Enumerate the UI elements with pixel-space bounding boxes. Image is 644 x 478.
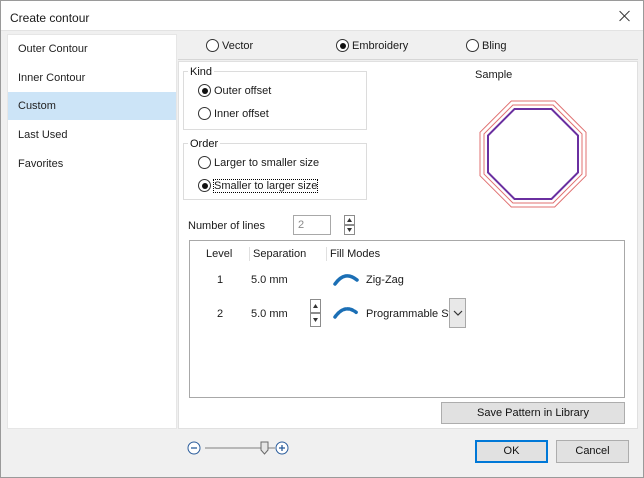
radio-dot: [198, 156, 211, 169]
order-group: Order Larger to smaller size Smaller to …: [183, 138, 367, 200]
sample-contour-outer: [479, 100, 587, 208]
fill-mode-cell: Programmable Sti: [366, 308, 455, 320]
number-of-lines-down-button[interactable]: [344, 225, 355, 235]
radio-smaller-to-larger[interactable]: Smaller to larger size: [198, 178, 319, 193]
arrow-down-icon: [347, 228, 352, 232]
sidebar-item-outer-contour[interactable]: Outer Contour: [8, 35, 176, 63]
fill-mode-cell: Zig-Zag: [366, 274, 404, 286]
radio-embroidery[interactable]: Embroidery: [336, 39, 408, 52]
level-cell: 1: [217, 274, 224, 286]
create-contour-dialog: Create contour Outer Contour Inner Conto…: [0, 0, 644, 478]
close-icon[interactable]: [619, 10, 631, 22]
separation-up-button[interactable]: [310, 299, 321, 313]
separation-cell: 5.0 mm: [251, 308, 288, 320]
separation-cell: 5.0 mm: [251, 274, 288, 286]
settings-panel: Kind Outer offset Inner offset Order Lar…: [178, 61, 638, 429]
radio-inner-offset[interactable]: Inner offset: [198, 107, 269, 120]
radio-label: Smaller to larger size: [212, 178, 319, 193]
column-header-fill-modes: Fill Modes: [330, 248, 381, 260]
table-row[interactable]: 2 5.0 mm Programmable Sti: [190, 297, 624, 329]
arrow-down-icon: [313, 318, 318, 322]
separation-down-button[interactable]: [310, 313, 321, 327]
radio-label: Embroidery: [352, 39, 409, 52]
title-bar: Create contour: [1, 1, 643, 31]
radio-label: Bling: [482, 39, 507, 52]
sample-shape: [487, 108, 579, 200]
radio-dot: [198, 107, 211, 120]
ok-button[interactable]: OK: [475, 440, 548, 463]
column-header-level: Level: [206, 248, 233, 260]
kind-group: Kind Outer offset Inner offset: [183, 66, 367, 130]
radio-dot: [336, 39, 349, 52]
contour-type-bar: Vector Embroidery Bling: [178, 34, 638, 60]
sidebar-item-inner-contour[interactable]: Inner Contour: [8, 64, 176, 92]
chevron-down-icon: [453, 310, 463, 316]
cancel-button[interactable]: Cancel: [556, 440, 629, 463]
fill-mode-dropdown-button[interactable]: [449, 298, 466, 328]
radio-vector[interactable]: Vector: [206, 39, 253, 52]
programmable-stitch-icon: [333, 307, 359, 319]
radio-label: Vector: [222, 39, 254, 52]
sidebar-item-custom[interactable]: Custom: [8, 92, 176, 120]
column-header-separation: Separation: [253, 248, 307, 260]
zoom-out-icon[interactable]: [187, 441, 201, 455]
radio-label: Inner offset: [214, 107, 269, 120]
level-cell: 2: [217, 308, 224, 320]
radio-dot: [206, 39, 219, 52]
column-divider: [249, 247, 250, 261]
zoom-slider-thumb[interactable]: [260, 441, 269, 455]
radio-dot: [198, 84, 211, 97]
number-of-lines-up-button[interactable]: [344, 215, 355, 225]
separation-stepper: [310, 299, 321, 327]
zigzag-stitch-icon: [333, 274, 359, 286]
arrow-up-icon: [313, 304, 318, 308]
sample-preview: [479, 100, 587, 208]
radio-bling[interactable]: Bling: [466, 39, 506, 52]
column-divider: [326, 247, 327, 261]
sidebar: Outer Contour Inner Contour Custom Last …: [7, 34, 177, 429]
sidebar-item-last-used[interactable]: Last Used: [8, 121, 176, 149]
order-group-label: Order: [188, 138, 221, 150]
sidebar-item-favorites[interactable]: Favorites: [8, 150, 176, 178]
save-pattern-button[interactable]: Save Pattern in Library: [441, 402, 625, 424]
arrow-up-icon: [347, 218, 352, 222]
number-of-lines-stepper: [344, 215, 355, 235]
levels-table: Level Separation Fill Modes 1 5.0 mm Zig…: [189, 240, 625, 398]
zoom-in-icon[interactable]: [275, 441, 289, 455]
number-of-lines-label: Number of lines: [188, 220, 266, 232]
sample-label: Sample: [475, 69, 513, 81]
radio-dot: [198, 179, 211, 192]
radio-dot: [466, 39, 479, 52]
radio-larger-to-smaller[interactable]: Larger to smaller size: [198, 156, 319, 169]
radio-outer-offset[interactable]: Outer offset: [198, 84, 271, 97]
radio-label: Larger to smaller size: [214, 156, 320, 169]
radio-label: Outer offset: [214, 84, 272, 97]
number-of-lines-input[interactable]: 2: [293, 215, 331, 235]
kind-group-label: Kind: [188, 66, 215, 78]
sample-contour-middle: [483, 104, 583, 204]
table-row[interactable]: 1 5.0 mm Zig-Zag: [190, 265, 624, 295]
window-title: Create contour: [10, 11, 90, 25]
